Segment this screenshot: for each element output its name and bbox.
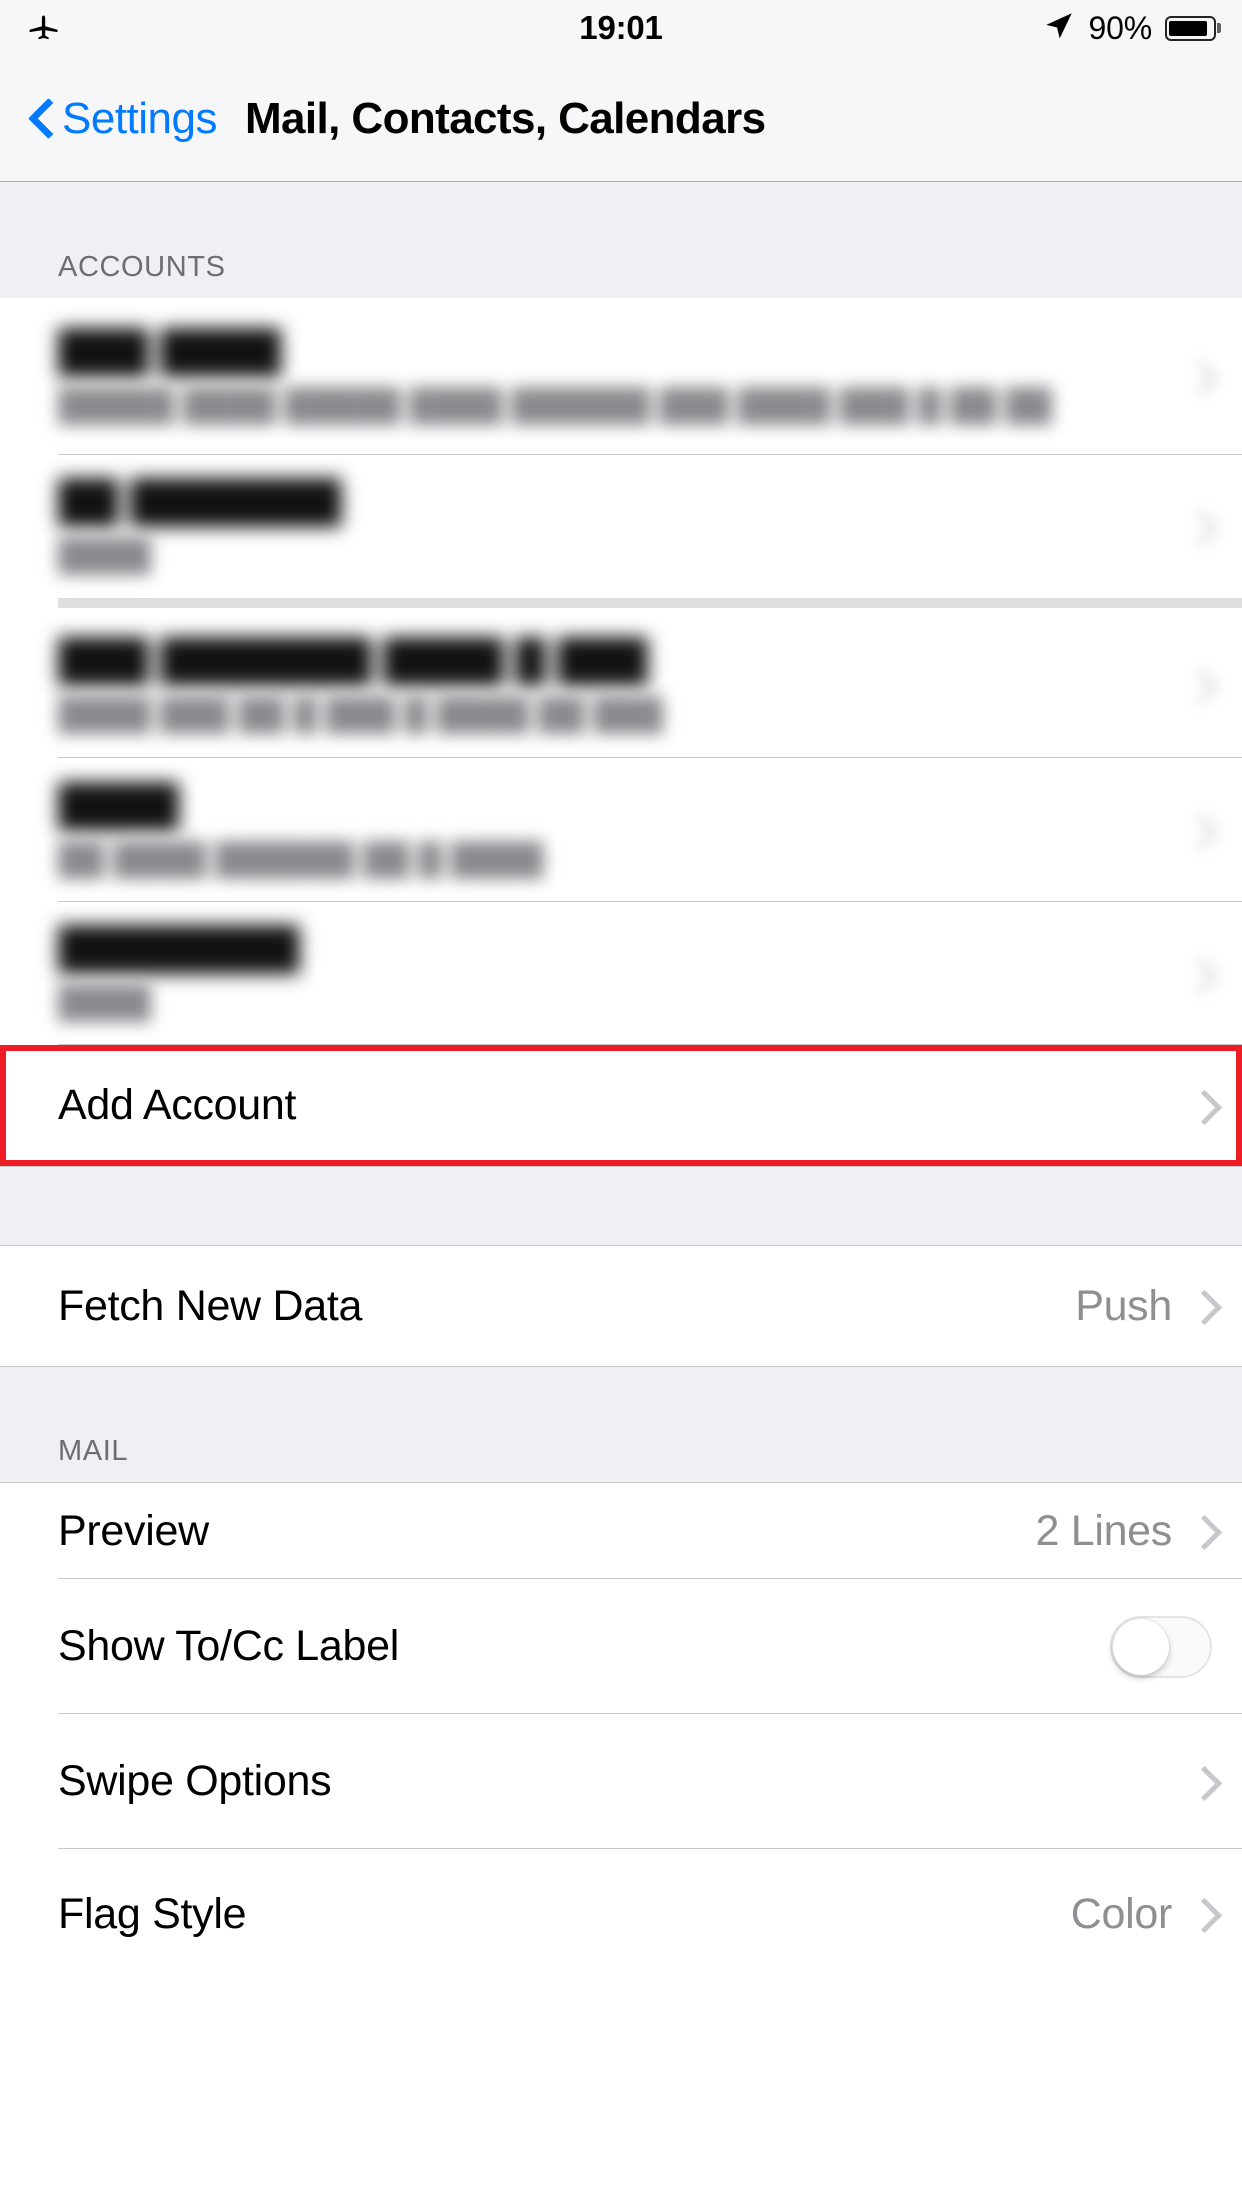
location-arrow-icon (1042, 9, 1076, 48)
chevron-right-icon (1188, 813, 1208, 847)
back-button[interactable]: Settings (28, 94, 217, 144)
section-header-accounts: ACCOUNTS (0, 182, 1242, 298)
toggle-knob (1113, 1618, 1169, 1675)
chevron-left-icon (28, 97, 54, 141)
chevron-right-icon (1188, 668, 1208, 702)
status-bar: 19:01 90% (0, 0, 1242, 56)
chevron-right-icon (1192, 1765, 1212, 1799)
preview-value: 2 Lines (1035, 1506, 1172, 1555)
mail-row-swipe-options[interactable]: Swipe Options (0, 1714, 1242, 1849)
chevron-right-icon (1192, 1289, 1212, 1323)
flag-style-label: Flag Style (58, 1889, 247, 1938)
account-detail: ████ (58, 984, 151, 1021)
section-gap-fetch (0, 1166, 1242, 1246)
account-name: ███ ███████ ████ █ ███ (58, 636, 648, 685)
account-name: ████ (58, 781, 179, 830)
fetch-new-data-value: Push (1075, 1281, 1172, 1330)
chevron-right-icon (1192, 1897, 1212, 1931)
chevron-right-icon (1192, 1089, 1212, 1123)
mail-row-flag-style[interactable]: Flag Style Color (0, 1849, 1242, 1979)
fetch-new-data-label: Fetch New Data (58, 1281, 363, 1330)
navigation-bar: Settings Mail, Contacts, Calendars (0, 56, 1242, 182)
account-name: ███ ████ (58, 328, 281, 376)
battery-percentage-label: 90% (1088, 9, 1153, 46)
mail-row-show-to-cc-label[interactable]: Show To/Cc Label (0, 1579, 1242, 1714)
show-to-cc-label: Show To/Cc Label (58, 1622, 400, 1670)
account-row[interactable]: ████████ ████ (0, 902, 1242, 1045)
swipe-options-label: Swipe Options (58, 1757, 332, 1805)
account-name: ████████ (58, 925, 300, 973)
battery-icon (1165, 15, 1216, 41)
add-account-label: Add Account (58, 1081, 297, 1129)
status-bar-right: 90% (1042, 9, 1216, 48)
account-row[interactable]: ████ ██ ████ ██████ ██ █ ████ (0, 758, 1242, 902)
page-title: Mail, Contacts, Calendars (244, 93, 766, 143)
section-header-mail: MAIL (0, 1367, 1242, 1483)
status-bar-left (26, 8, 1042, 49)
flag-style-value: Color (1070, 1889, 1173, 1938)
account-row[interactable]: ███ ███████ ████ █ ███ ████ ███ ██ █ ███… (0, 612, 1242, 758)
account-detail: ██ ████ ██████ ██ █ ████ (58, 840, 544, 878)
back-button-label: Settings (62, 93, 217, 143)
add-account-row[interactable]: Add Account (0, 1045, 1242, 1166)
account-group-divider (0, 598, 1242, 612)
preview-label: Preview (58, 1506, 209, 1555)
account-row[interactable]: ███ ████ █████ ████ █████ ████ ██████ ██… (0, 298, 1242, 455)
account-detail: ████ ███ ██ █ ███ █ ████ ██ ███ (58, 695, 663, 733)
account-detail: ████ (58, 537, 151, 574)
chevron-right-icon (1192, 1514, 1212, 1548)
chevron-right-icon (1188, 957, 1208, 991)
fetch-new-data-row[interactable]: Fetch New Data Push (0, 1246, 1242, 1367)
chevron-right-icon (1188, 360, 1208, 394)
airplane-icon (26, 8, 62, 49)
show-to-cc-toggle[interactable] (1110, 1615, 1212, 1678)
account-detail: █████ ████ █████ ████ ██████ ███ ████ ██… (58, 387, 1052, 424)
mail-row-preview[interactable]: Preview 2 Lines (0, 1483, 1242, 1579)
account-name: ██ ███████ (58, 478, 342, 526)
chevron-right-icon (1188, 510, 1208, 544)
account-row[interactable]: ██ ███████ ████ (0, 455, 1242, 598)
